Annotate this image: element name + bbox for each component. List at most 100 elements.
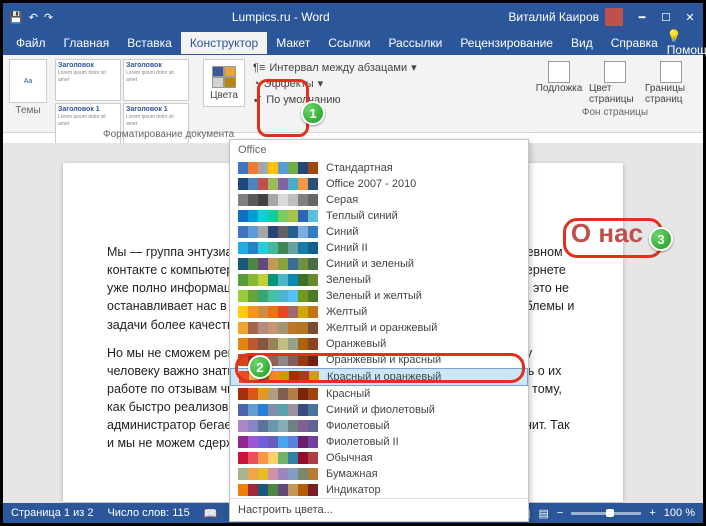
page-count[interactable]: Страница 1 из 2 xyxy=(11,507,93,519)
dropdown-header: Office xyxy=(230,140,528,160)
window-title: Lumpics.ru - Word xyxy=(53,10,508,24)
badge-1: 1 xyxy=(301,101,325,125)
color-scheme-item[interactable]: Обычная xyxy=(230,450,528,466)
color-scheme-item[interactable]: Зеленый и желтый xyxy=(230,288,528,304)
customize-colors[interactable]: Настроить цвета... xyxy=(230,498,528,521)
zoom-level[interactable]: 100 % xyxy=(664,507,695,519)
color-scheme-label: Синий xyxy=(326,226,358,238)
color-scheme-item[interactable]: Теплый синий xyxy=(230,208,528,224)
chevron-down-icon: ▾ xyxy=(411,61,417,74)
tab-справка[interactable]: Справка xyxy=(602,32,667,54)
color-scheme-item[interactable]: Зеленый xyxy=(230,272,528,288)
tab-вставка[interactable]: Вставка xyxy=(118,32,181,54)
ribbon: Aa Темы ЗаголовокLorem ipsum dolor sit a… xyxy=(3,55,703,133)
spell-icon[interactable]: 📖 xyxy=(204,507,218,520)
color-scheme-item[interactable]: Красный и оранжевый xyxy=(230,368,528,386)
color-scheme-item[interactable]: Желтый xyxy=(230,304,528,320)
paragraph-spacing[interactable]: ¶≡ Интервал между абзацами ▾ xyxy=(253,61,417,74)
tab-рецензирование[interactable]: Рецензирование xyxy=(451,32,562,54)
themes-button[interactable]: Aa xyxy=(9,59,47,103)
ribbon-tabs: ФайлГлавнаяВставкаКонструкторМакетСсылки… xyxy=(3,31,703,55)
page-color-button[interactable]: Цвет страницы xyxy=(589,61,641,105)
themes-label: Темы xyxy=(15,105,40,116)
color-scheme-label: Индикатор xyxy=(326,484,381,496)
color-scheme-label: Зеленый xyxy=(326,274,371,286)
color-scheme-item[interactable]: Синий и зеленый xyxy=(230,256,528,272)
tab-макет[interactable]: Макет xyxy=(267,32,319,54)
page-bg-group-label: Фон страницы xyxy=(582,107,648,118)
colors-dropdown: Office Стандартная Office 2007 - 2010 Сера… xyxy=(229,139,529,522)
effects-icon: ◔ xyxy=(253,78,260,90)
save-icon[interactable]: 💾 xyxy=(9,11,23,24)
page-borders-button[interactable]: Границы страниц xyxy=(645,61,697,105)
minimize-icon[interactable]: ━ xyxy=(635,11,649,24)
tab-вид[interactable]: Вид xyxy=(562,32,602,54)
effects-button[interactable]: ◔ Эффекты ▾ xyxy=(253,77,417,90)
color-scheme-label: Синий и зеленый xyxy=(326,258,414,270)
close-icon[interactable]: ✕ xyxy=(683,11,697,24)
color-scheme-label: Фиолетовый xyxy=(326,420,389,432)
color-scheme-label: Красный xyxy=(326,388,370,400)
color-scheme-item[interactable]: Красный xyxy=(230,386,528,402)
redo-icon[interactable]: ↷ xyxy=(44,11,53,24)
view-web-icon[interactable]: ▤ xyxy=(539,507,549,520)
color-scheme-item[interactable]: Синий и фиолетовый xyxy=(230,402,528,418)
color-scheme-label: Фиолетовый II xyxy=(326,436,399,448)
color-scheme-label: Стандартная xyxy=(326,162,393,174)
colors-label: Цвета xyxy=(210,90,238,101)
color-scheme-item[interactable]: Желтый и оранжевый xyxy=(230,320,528,336)
badge-3: 3 xyxy=(649,227,673,251)
word-count[interactable]: Число слов: 115 xyxy=(107,507,189,519)
color-scheme-label: Синий II xyxy=(326,242,368,254)
color-scheme-item[interactable]: Office 2007 - 2010 xyxy=(230,176,528,192)
check-icon: ✔ xyxy=(253,93,262,106)
formatting-group-label: Форматирование документа xyxy=(103,129,234,140)
zoom-in-icon[interactable]: + xyxy=(649,507,655,519)
color-scheme-item[interactable]: Серая xyxy=(230,192,528,208)
color-scheme-item[interactable]: Бумажная xyxy=(230,466,528,482)
color-scheme-label: Теплый синий xyxy=(326,210,398,222)
user-name[interactable]: Виталий Каиров xyxy=(508,8,623,26)
color-scheme-label: Бумажная xyxy=(326,468,378,480)
tab-конструктор[interactable]: Конструктор xyxy=(181,32,267,54)
color-scheme-item[interactable]: Синий xyxy=(230,224,528,240)
zoom-slider[interactable] xyxy=(571,512,641,515)
style-set-gallery[interactable]: ЗаголовокLorem ipsum dolor sit ametЗагол… xyxy=(55,59,195,132)
tab-файл[interactable]: Файл xyxy=(7,32,55,54)
color-scheme-label: Оранжевый xyxy=(326,338,386,350)
tab-ссылки[interactable]: Ссылки xyxy=(319,32,379,54)
color-scheme-label: Office 2007 - 2010 xyxy=(326,178,416,190)
color-scheme-label: Серая xyxy=(326,194,358,206)
zoom-out-icon[interactable]: − xyxy=(557,507,563,519)
maximize-icon[interactable]: ☐ xyxy=(659,11,673,24)
undo-icon[interactable]: ↶ xyxy=(29,11,38,24)
colors-button[interactable]: Цвета xyxy=(203,59,245,107)
heading-about: О нас xyxy=(571,218,643,249)
color-scheme-label: Синий и фиолетовый xyxy=(326,404,435,416)
help-button[interactable]: 💡 Помощ xyxy=(667,29,706,57)
color-scheme-label: Красный и оранжевый xyxy=(327,371,441,383)
color-scheme-item[interactable]: Фиолетовый II xyxy=(230,434,528,450)
color-scheme-item[interactable]: Оранжевый и красный xyxy=(230,352,528,368)
chevron-down-icon: ▾ xyxy=(318,77,324,90)
color-scheme-item[interactable]: Индикатор xyxy=(230,482,528,498)
spacing-icon: ¶≡ xyxy=(253,62,265,74)
badge-2: 2 xyxy=(248,355,272,379)
style-thumb[interactable]: ЗаголовокLorem ipsum dolor sit amet xyxy=(55,59,121,101)
color-scheme-label: Обычная xyxy=(326,452,373,464)
avatar xyxy=(605,8,623,26)
tab-рассылки[interactable]: Рассылки xyxy=(379,32,451,54)
color-scheme-label: Желтый и оранжевый xyxy=(326,322,437,334)
color-scheme-label: Желтый xyxy=(326,306,367,318)
color-scheme-item[interactable]: Фиолетовый xyxy=(230,418,528,434)
color-scheme-label: Оранжевый и красный xyxy=(326,354,441,366)
color-scheme-item[interactable]: Синий II xyxy=(230,240,528,256)
tab-главная[interactable]: Главная xyxy=(55,32,119,54)
titlebar: 💾 ↶ ↷ Lumpics.ru - Word Виталий Каиров ━… xyxy=(3,3,703,31)
color-scheme-label: Зеленый и желтый xyxy=(326,290,422,302)
style-thumb[interactable]: ЗаголовокLorem ipsum dolor sit amet xyxy=(123,59,189,101)
color-scheme-item[interactable]: Оранжевый xyxy=(230,336,528,352)
set-default-button[interactable]: ✔ По умолчанию xyxy=(253,93,417,106)
color-scheme-item[interactable]: Стандартная xyxy=(230,160,528,176)
watermark-button[interactable]: Подложка xyxy=(533,61,585,105)
